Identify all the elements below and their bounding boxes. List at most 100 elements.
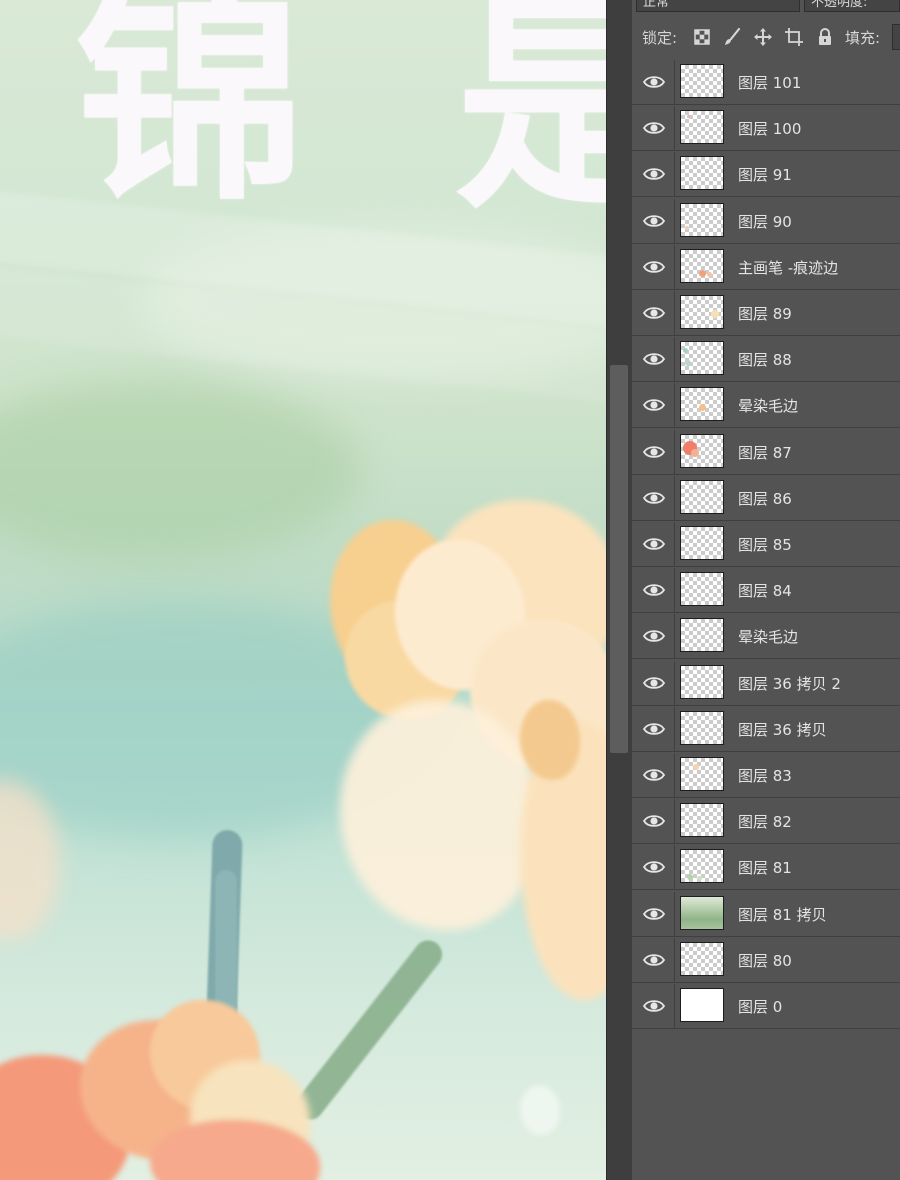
layer-name[interactable]: 晕染毛边 (738, 626, 798, 647)
layer-name[interactable]: 图层 83 (738, 765, 792, 786)
layer-row[interactable]: 图层 89 (632, 291, 900, 336)
layer-name[interactable]: 图层 80 (738, 950, 792, 971)
canvas-vertical-scrollbar[interactable] (606, 0, 632, 1180)
layer-row[interactable]: 图层 83 (632, 753, 900, 798)
layer-name[interactable]: 图层 101 (738, 72, 801, 93)
layer-row[interactable]: 图层 36 拷贝 2 (632, 660, 900, 706)
brush-icon[interactable] (722, 27, 742, 47)
layer-name[interactable]: 图层 89 (738, 303, 792, 324)
layer-name[interactable]: 图层 85 (738, 534, 792, 555)
layer-row[interactable]: 图层 81 拷贝 (632, 891, 900, 937)
opacity-field[interactable]: 不透明度: (804, 0, 900, 12)
eye-visibility-icon[interactable] (642, 857, 666, 877)
blend-mode-dropdown[interactable]: 正常 (636, 0, 800, 12)
layer-thumbnail[interactable] (680, 618, 724, 653)
layer-name[interactable]: 图层 86 (738, 488, 792, 509)
layer-row[interactable]: 图层 84 (632, 568, 900, 614)
eye-visibility-icon[interactable] (642, 904, 666, 924)
row-separator (674, 614, 675, 660)
layer-row[interactable]: 图层 81 (632, 845, 900, 891)
layer-row[interactable]: 图层 86 (632, 475, 900, 521)
layer-thumbnail[interactable] (680, 526, 724, 560)
eye-visibility-icon[interactable] (642, 488, 666, 508)
layer-name[interactable]: 图层 87 (738, 442, 792, 463)
panel-empty-area (632, 1030, 900, 1180)
eye-visibility-icon[interactable] (642, 303, 666, 323)
move-icon[interactable] (753, 27, 773, 47)
layer-row[interactable]: 图层 85 (632, 522, 900, 567)
layer-thumbnail[interactable] (680, 295, 724, 329)
layer-row[interactable]: 图层 87 (632, 429, 900, 475)
layer-thumbnail[interactable] (680, 202, 724, 237)
layer-thumbnail[interactable] (680, 664, 724, 699)
layer-row[interactable]: 主画笔 -痕迹边 (632, 244, 900, 290)
layer-thumbnail[interactable] (680, 988, 724, 1022)
layer-thumbnail[interactable] (680, 64, 724, 98)
eye-visibility-icon[interactable] (642, 673, 666, 693)
eye-visibility-icon[interactable] (642, 765, 666, 785)
eye-visibility-icon[interactable] (642, 811, 666, 831)
layer-row[interactable]: 图层 36 拷贝 (632, 706, 900, 752)
eye-visibility-icon[interactable] (642, 118, 666, 138)
layer-row[interactable]: 晕染毛边 (632, 614, 900, 660)
layer-row[interactable]: 图层 100 (632, 106, 900, 152)
scrollbar-thumb[interactable] (610, 365, 628, 753)
layer-thumbnail[interactable] (680, 572, 724, 607)
layer-thumbnail[interactable] (680, 757, 724, 791)
layer-thumbnail[interactable] (680, 387, 724, 422)
artboard-crop-icon[interactable] (784, 27, 804, 47)
layer-name[interactable]: 主画笔 -痕迹边 (738, 257, 838, 278)
layer-row[interactable]: 图层 101 (632, 60, 900, 105)
layer-row[interactable]: 图层 82 (632, 799, 900, 845)
eye-visibility-icon[interactable] (642, 72, 666, 92)
layer-name[interactable]: 图层 81 (738, 857, 792, 878)
document-canvas[interactable]: 锦 是 (0, 0, 606, 1180)
eye-visibility-icon[interactable] (642, 996, 666, 1016)
layer-thumbnail[interactable] (680, 849, 724, 884)
layer-name[interactable]: 图层 81 拷贝 (738, 904, 827, 925)
eye-visibility-icon[interactable] (642, 626, 666, 646)
layer-row[interactable]: 图层 0 (632, 984, 900, 1029)
layer-thumbnail[interactable] (680, 895, 724, 930)
eye-visibility-icon[interactable] (642, 950, 666, 970)
layer-name[interactable]: 图层 88 (738, 349, 792, 370)
green-wash (0, 380, 360, 560)
eye-visibility-icon[interactable] (642, 442, 666, 462)
eye-visibility-icon[interactable] (642, 534, 666, 554)
eye-visibility-icon[interactable] (642, 164, 666, 184)
fill-field[interactable] (892, 24, 900, 50)
layer-row[interactable]: 图层 91 (632, 152, 900, 198)
eye-visibility-icon[interactable] (642, 211, 666, 231)
layer-row[interactable]: 晕染毛边 (632, 383, 900, 429)
layer-name[interactable]: 图层 100 (738, 118, 801, 139)
layer-name[interactable]: 图层 90 (738, 211, 792, 232)
layer-thumbnail[interactable] (680, 156, 724, 191)
eye-visibility-icon[interactable] (642, 349, 666, 369)
eye-visibility-icon[interactable] (642, 719, 666, 739)
eye-visibility-icon[interactable] (642, 395, 666, 415)
layer-thumbnail[interactable] (680, 941, 724, 976)
padlock-icon[interactable] (815, 27, 835, 47)
lock-row: 锁定: 填充: (632, 22, 900, 52)
layer-name[interactable]: 图层 91 (738, 164, 792, 185)
layer-thumbnail[interactable] (680, 248, 724, 283)
layer-thumbnail[interactable] (680, 803, 724, 838)
layer-name[interactable]: 图层 36 拷贝 (738, 719, 827, 740)
layer-thumbnail[interactable] (680, 479, 724, 514)
layer-row[interactable]: 图层 88 (632, 337, 900, 383)
layer-row[interactable]: 图层 80 (632, 937, 900, 983)
lock-transparent-pixels-icon[interactable] (692, 27, 712, 47)
layer-row[interactable]: 图层 90 (632, 198, 900, 244)
layer-name[interactable]: 图层 84 (738, 580, 792, 601)
layer-name[interactable]: 图层 82 (738, 811, 792, 832)
layer-thumbnail[interactable] (680, 710, 724, 745)
layer-thumbnail[interactable] (680, 110, 724, 145)
eye-visibility-icon[interactable] (642, 257, 666, 277)
layer-thumbnail[interactable] (680, 433, 724, 468)
layer-name[interactable]: 图层 36 拷贝 2 (738, 673, 841, 694)
white-speck (520, 1085, 560, 1135)
layer-thumbnail[interactable] (680, 341, 724, 376)
layer-name[interactable]: 晕染毛边 (738, 395, 798, 416)
eye-visibility-icon[interactable] (642, 580, 666, 600)
layer-name[interactable]: 图层 0 (738, 996, 782, 1017)
